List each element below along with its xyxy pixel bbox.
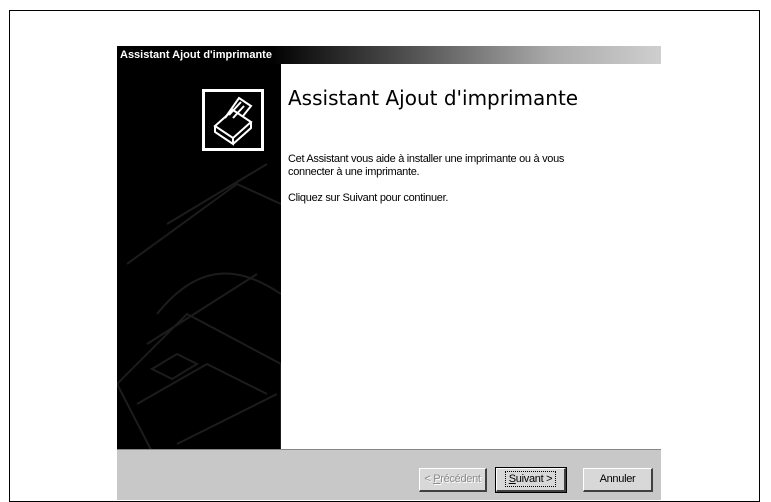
wizard-description: Cet Assistant vous aide à installer une … <box>288 153 565 178</box>
previous-button[interactable]: < Précédent <box>419 468 487 492</box>
next-button-suffix: > <box>543 473 553 485</box>
window-title: Assistant Ajout d'imprimante <box>117 46 661 64</box>
add-printer-wizard-window: Assistant Ajout d'imprimante Assistant A… <box>117 46 661 500</box>
printer-icon <box>205 92 261 148</box>
cancel-button[interactable]: Annuler <box>583 468 653 492</box>
wizard-banner <box>117 64 281 500</box>
next-button[interactable]: Suivant > <box>495 467 567 493</box>
printer-icon-frame <box>202 89 264 151</box>
wizard-content: Assistant Ajout d'imprimante Cet Assista… <box>281 64 661 449</box>
previous-button-label: récédent <box>440 473 481 485</box>
next-button-label: uivant <box>515 473 544 485</box>
page-title: Assistant Ajout d'imprimante <box>288 86 579 110</box>
next-button-focus: Suivant > <box>504 471 557 487</box>
continue-prompt: Cliquez sur Suivant pour continuer. <box>288 192 449 204</box>
button-bar: < Précédent Suivant > Annuler <box>117 449 661 500</box>
next-button-mnemonic: S <box>508 473 516 485</box>
previous-button-prefix: < <box>424 473 434 485</box>
